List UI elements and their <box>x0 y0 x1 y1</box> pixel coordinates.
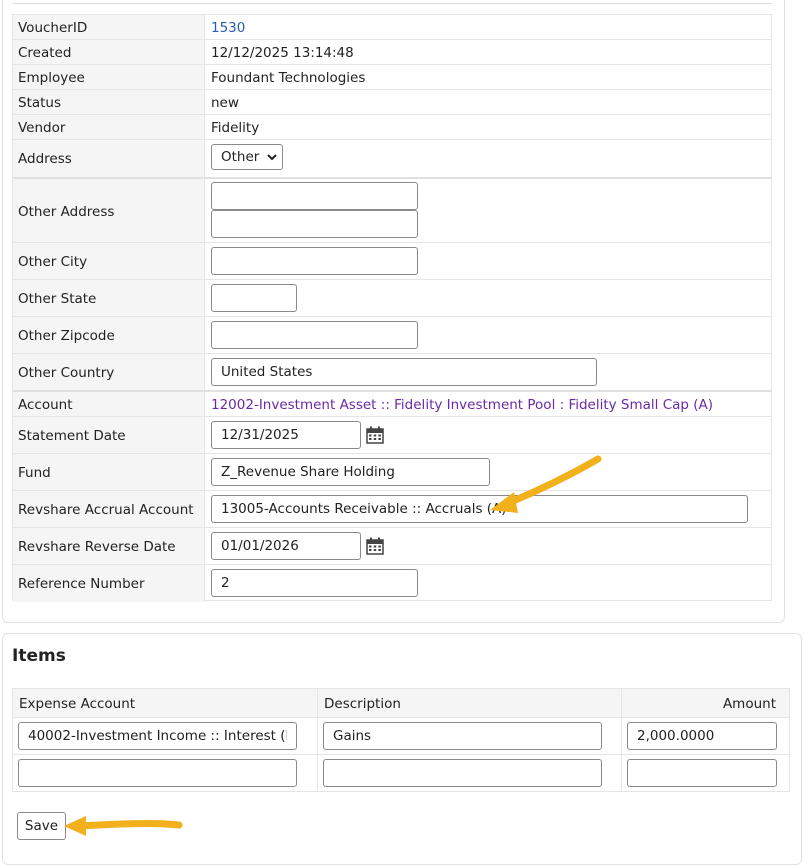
row-statement-date: Statement Date <box>13 416 772 454</box>
label-reference-number: Reference Number <box>13 565 205 602</box>
other-city-input[interactable] <box>211 247 418 275</box>
label-account: Account <box>13 392 205 418</box>
other-address-line1-input[interactable] <box>211 182 418 210</box>
revshare-reverse-date-input[interactable] <box>211 532 361 560</box>
col-header-amount: Amount <box>622 689 789 718</box>
label-vendor: Vendor <box>13 115 205 140</box>
account-link[interactable]: 12002-Investment Asset :: Fidelity Inves… <box>211 397 713 413</box>
item-2-amount-input[interactable] <box>627 759 777 787</box>
statement-date-input[interactable] <box>211 421 361 449</box>
row-other-state: Other State <box>13 279 772 317</box>
row-revshare-reverse-date: Revshare Reverse Date <box>13 527 772 565</box>
row-status: Status new <box>13 89 772 115</box>
label-other-state: Other State <box>13 280 205 317</box>
label-employee: Employee <box>13 65 205 90</box>
other-zipcode-input[interactable] <box>211 321 418 349</box>
chevron-down-icon <box>267 154 277 161</box>
created-value: 12/12/2025 13:14:48 <box>211 44 354 61</box>
vendor-value: Fidelity <box>211 119 260 136</box>
item-2-expense-account-input[interactable] <box>18 759 297 787</box>
items-title: Items <box>12 646 66 666</box>
item-1-expense-account-input[interactable] <box>18 722 297 750</box>
item-1-amount-input[interactable] <box>627 722 777 750</box>
employee-value: Foundant Technologies <box>211 69 366 86</box>
col-header-expense-account: Expense Account <box>13 689 318 718</box>
arrow-annotation <box>490 455 602 513</box>
label-other-country: Other Country <box>13 354 205 391</box>
status-value: new <box>211 94 239 111</box>
label-created: Created <box>13 40 205 65</box>
label-other-zipcode: Other Zipcode <box>13 317 205 354</box>
col-header-description: Description <box>318 689 622 718</box>
top-divider <box>13 3 772 4</box>
calendar-icon[interactable] <box>366 426 384 444</box>
other-state-input[interactable] <box>211 284 297 312</box>
address-select[interactable]: Other <box>211 144 283 170</box>
row-employee: Employee Foundant Technologies <box>13 64 772 90</box>
label-statement-date: Statement Date <box>13 417 205 454</box>
reference-number-input[interactable] <box>211 569 418 597</box>
other-country-input[interactable] <box>211 358 597 386</box>
label-revshare-accrual-account: Revshare Accrual Account <box>13 491 205 528</box>
row-address: Address <box>13 139 772 178</box>
fund-input[interactable] <box>211 458 490 486</box>
item-2-description-input[interactable] <box>323 759 602 787</box>
calendar-icon[interactable] <box>366 537 384 555</box>
address-select-value: Other <box>221 149 260 165</box>
row-created: Created 12/12/2025 13:14:48 <box>13 39 772 65</box>
row-account: Account 12002-Investment Asset :: Fideli… <box>13 390 772 418</box>
label-voucher-id: VoucherID <box>13 15 205 40</box>
label-other-city: Other City <box>13 243 205 280</box>
label-status: Status <box>13 90 205 115</box>
other-address-line2-input[interactable] <box>211 210 418 238</box>
arrow-annotation <box>64 816 183 836</box>
label-other-address: Other Address <box>13 179 205 244</box>
row-vendor: Vendor Fidelity <box>13 114 772 140</box>
label-revshare-reverse-date: Revshare Reverse Date <box>13 528 205 565</box>
item-1-description-input[interactable] <box>323 722 602 750</box>
row-voucher-id: VoucherID 1530 <box>13 14 772 40</box>
label-address: Address <box>13 140 205 178</box>
voucher-id-link[interactable]: 1530 <box>211 20 245 36</box>
label-fund: Fund <box>13 454 205 491</box>
